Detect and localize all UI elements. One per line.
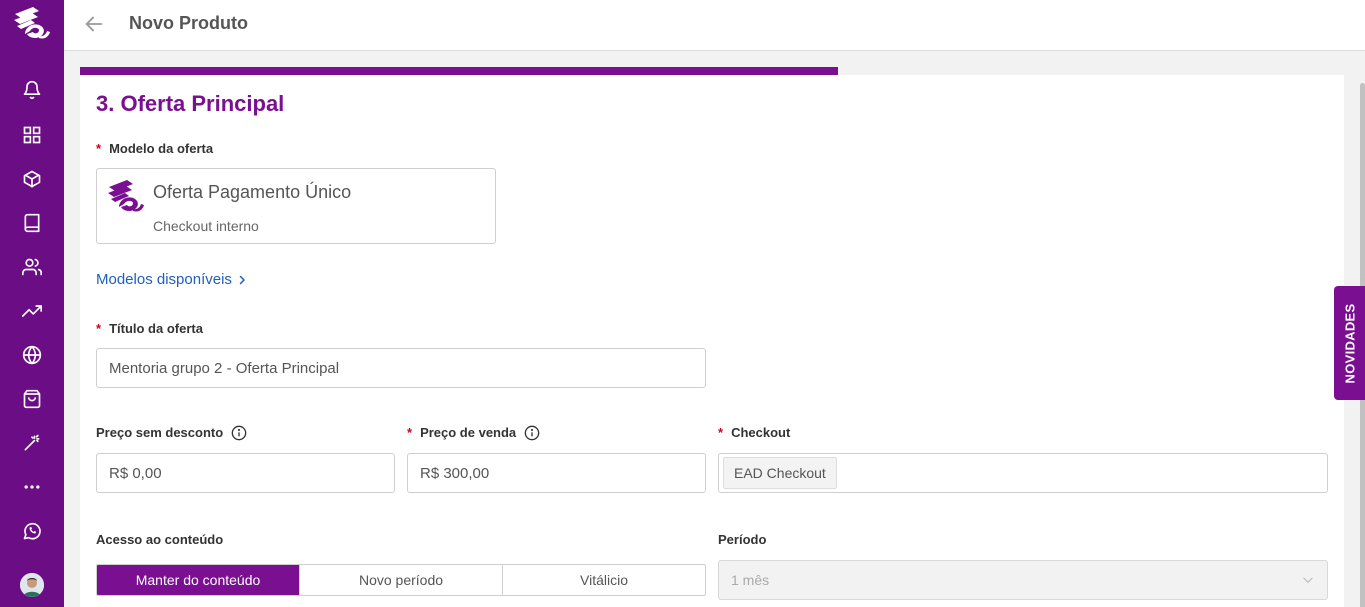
offer-model-subtitle: Checkout interno (153, 218, 259, 234)
period-select: 1 mês (718, 560, 1328, 600)
top-bar: Novo Produto (64, 0, 1365, 51)
offer-title-input[interactable]: Mentoria grupo 2 - Oferta Principal (96, 348, 706, 388)
offer-model-card[interactable]: Oferta Pagamento Único Checkout interno (96, 168, 496, 244)
offer-model-label: * Modelo da oferta (96, 141, 213, 157)
logo[interactable] (10, 2, 54, 48)
news-tab-label: NOVIDADES (1342, 303, 1357, 383)
brand-logo-icon (14, 7, 50, 39)
required-marker: * (96, 141, 102, 156)
page-title: Novo Produto (129, 13, 248, 33)
sale-price-label-text: Preço de venda (420, 425, 517, 440)
sale-price-value: R$ 300,00 (420, 464, 490, 482)
users-icon[interactable] (20, 255, 44, 279)
more-icon[interactable] (20, 475, 44, 499)
required-marker: * (407, 425, 413, 440)
magic-wand-icon[interactable] (20, 431, 44, 455)
offer-model-label-text: Modelo da oferta (109, 141, 214, 156)
offer-title-label-text: Título da oferta (109, 321, 203, 336)
back-arrow-icon[interactable] (82, 12, 106, 36)
form-card: 3. Oferta Principal * Modelo da oferta O… (80, 67, 1344, 607)
globe-icon[interactable] (20, 343, 44, 367)
shopping-bag-icon[interactable] (20, 387, 44, 411)
period-label-text: Período (718, 532, 767, 547)
progress-bar-fill (80, 67, 839, 75)
access-option-lifetime[interactable]: Vitálicio (503, 565, 705, 595)
price-no-discount-input[interactable]: R$ 0,00 (96, 453, 395, 493)
offer-title-value: Mentoria grupo 2 - Oferta Principal (109, 359, 340, 377)
access-option-new-period[interactable]: Novo período (300, 565, 503, 595)
info-icon[interactable] (231, 425, 247, 441)
access-segmented-control: Manter do conteúdo Novo período Vitálici… (96, 564, 706, 596)
sale-price-input[interactable]: R$ 300,00 (407, 453, 706, 493)
trending-up-icon[interactable] (20, 299, 44, 323)
box-icon[interactable] (20, 167, 44, 191)
checkout-label: * Checkout (718, 425, 790, 441)
access-label: Acesso ao conteúdo (96, 532, 223, 548)
available-models-link-text: Modelos disponíveis (96, 271, 232, 288)
required-marker: * (718, 425, 724, 440)
chevron-down-icon (1303, 577, 1313, 583)
price-no-discount-label-text: Preço sem desconto (96, 425, 224, 440)
checkout-select[interactable]: EAD Checkout (718, 453, 1328, 493)
offer-title-label: * Título da oferta (96, 321, 203, 337)
avatar[interactable] (20, 573, 44, 597)
sale-price-label: * Preço de venda (407, 425, 540, 441)
access-label-text: Acesso ao conteúdo (96, 532, 224, 547)
section-title: 3. Oferta Principal (96, 91, 285, 116)
period-label: Período (718, 532, 766, 548)
checkout-tag[interactable]: EAD Checkout (723, 457, 837, 489)
sidebar (0, 0, 64, 607)
grid-icon[interactable] (20, 123, 44, 147)
offer-model-name: Oferta Pagamento Único (153, 182, 352, 202)
offer-logo-icon (105, 177, 147, 219)
progress-bar (80, 67, 1344, 75)
book-icon[interactable] (20, 211, 44, 235)
bell-icon[interactable] (20, 78, 44, 102)
chevron-right-icon (239, 275, 245, 285)
period-value: 1 mês (731, 572, 770, 588)
price-no-discount-value: R$ 0,00 (109, 464, 162, 482)
available-models-link[interactable]: Modelos disponíveis (96, 271, 248, 289)
price-no-discount-label: Preço sem desconto (96, 425, 247, 441)
required-marker: * (96, 321, 102, 336)
access-option-keep[interactable]: Manter do conteúdo (97, 565, 300, 595)
checkout-label-text: Checkout (731, 425, 791, 440)
info-icon[interactable] (524, 425, 540, 441)
news-tab[interactable]: NOVIDADES (1334, 286, 1365, 400)
whatsapp-icon[interactable] (20, 519, 44, 543)
